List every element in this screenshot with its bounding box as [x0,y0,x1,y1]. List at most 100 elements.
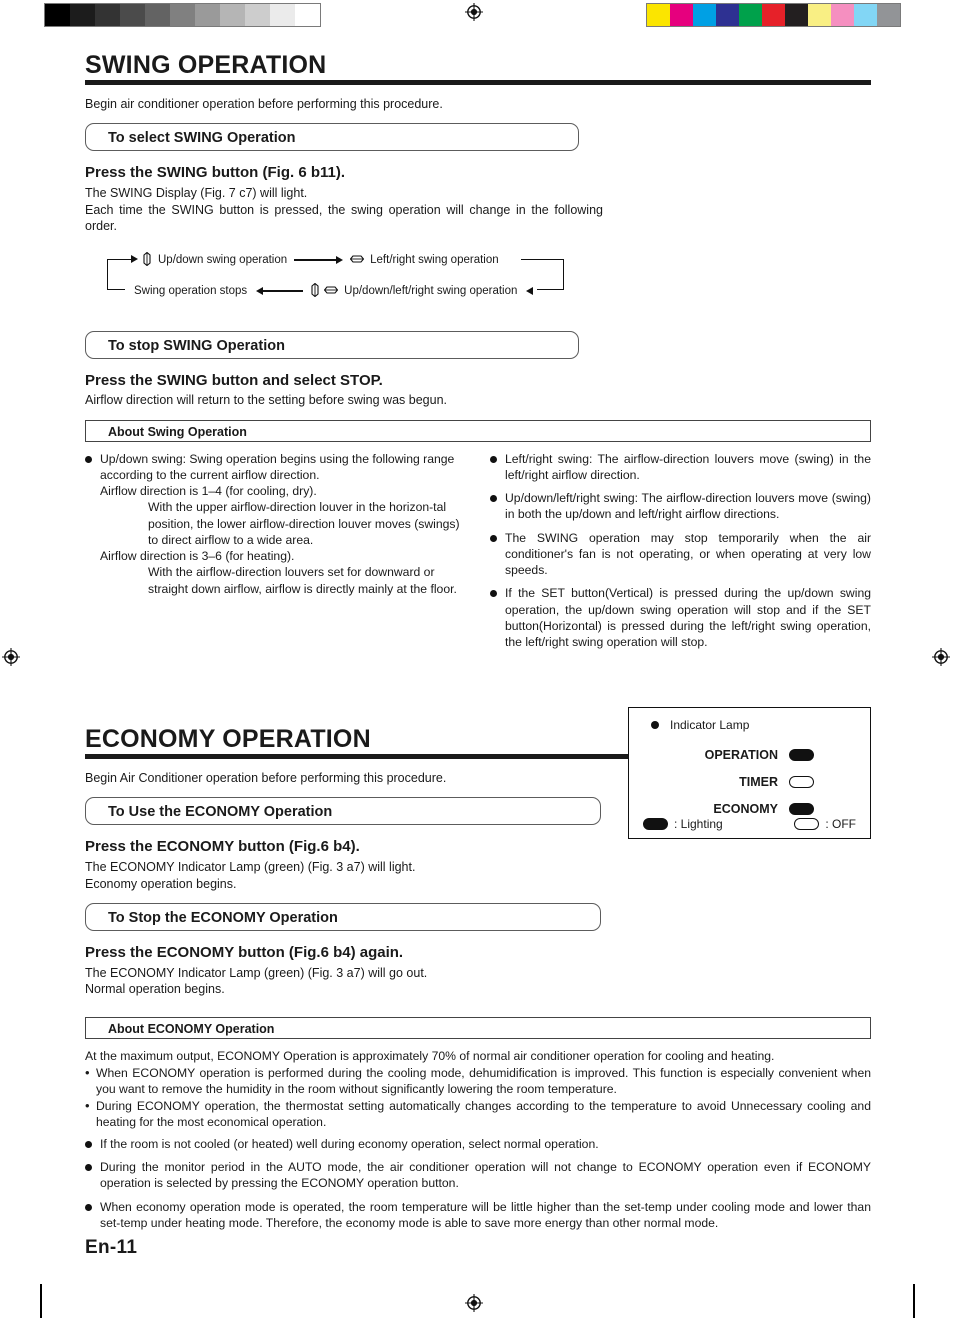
gray-swatch-0 [45,4,70,26]
indicator-lamp-heading: Indicator Lamp [651,718,749,732]
color-swatch-5 [762,4,785,26]
economy-stop-step-heading: Press the ECONOMY button (Fig.6 b4) agai… [85,944,404,962]
color-swatch-3 [716,4,739,26]
gray-swatch-2 [95,4,120,26]
list-item: During the monitor period in the AUTO mo… [85,1159,871,1191]
color-swatch-6 [785,4,808,26]
indicator-lamp-heading-label: Indicator Lamp [670,718,750,732]
list-item: If the SET button(Vertical) is pressed d… [490,585,871,650]
cycle-arrow-into-step1 [131,254,138,263]
cycle-arrow-into-step3 [526,287,534,295]
swing-stop-body: Airflow direction will return to the set… [85,393,447,408]
list-item: If the room is not cooled (or heated) we… [85,1136,871,1152]
list-item: When ECONOMY operation is performed duri… [85,1064,871,1097]
indicator-lamp-label: OPERATION [704,747,778,762]
color-swatch-2 [693,4,716,26]
swing-select-body-line1: The SWING Display (Fig. 7 c7) will light… [85,186,308,200]
indicator-lamp-row: TIMER [629,768,870,795]
color-swatch-7 [808,4,831,26]
cycle-seg-3to4 [263,290,304,292]
list-item: During ECONOMY operation, the thermostat… [85,1097,871,1130]
cycle-left-rail [107,258,109,290]
economy-stop-pill: To Stop the ECONOMY Operation [85,903,601,932]
list-item-lead: Up/down swing: Swing operation begins us… [100,451,455,482]
lamp-cap-on-icon [643,818,668,830]
about-economy-dash-list: When ECONOMY operation is performed duri… [85,1064,871,1130]
crop-mark-bottom-right [913,1284,915,1318]
about-swing-columns: Up/down swing: Swing operation begins us… [85,451,871,657]
swing-select-body-line2: Each time the SWING button is pressed, t… [85,202,603,234]
indicator-lamp-rows: OPERATION TIMER ECONOMY [629,741,870,822]
cycle-left-bot-seg [107,288,125,290]
lamp-cap-off-icon [789,775,814,788]
economy-stop-body-line2: Normal operation begins. [85,982,225,997]
lamp-cap-on-icon [789,748,814,761]
gray-swatch-4 [145,4,170,26]
gray-swatch-5 [170,4,195,26]
lamp-legend-on-label: : Lighting [674,817,723,831]
list-item: The SWING operation may stop temporarily… [490,530,871,579]
indicator-lamp-row: OPERATION [629,741,870,768]
indicator-lamp-legend: : Lighting : OFF [629,817,870,831]
swing-intro-text: Begin air conditioner operation before p… [85,97,443,111]
page-content: SWING OPERATION Begin air conditioner op… [85,52,871,1238]
color-calibration-ramp [646,3,901,27]
grayscale-calibration-ramp [44,3,321,27]
print-calibration-strip [0,0,954,30]
lamp-cap-off-icon [794,818,820,830]
list-item: Left/right swing: The airflow-direction … [490,451,871,483]
list-item: Up/down swing: Swing operation begins us… [85,451,466,597]
about-economy-bar: About ECONOMY Operation [85,1016,871,1039]
about-swing-right-list: Left/right swing: The airflow-direction … [490,451,871,650]
color-swatch-10 [877,4,900,26]
about-swing-left-list: Up/down swing: Swing operation begins us… [85,451,466,597]
about-swing-right-column: Left/right swing: The airflow-direction … [490,451,871,657]
cycle-arrow-3to4 [256,287,264,295]
registration-mark-top [465,3,483,21]
swing-stop-step-heading: Press the SWING button and select STOP. [85,371,383,389]
lamp-legend-off-label: : OFF [825,817,856,831]
about-swing-bar: About Swing Operation [85,419,871,442]
color-swatch-9 [854,4,877,26]
gray-swatch-6 [195,4,220,26]
about-economy-bullet-list: If the room is not cooled (or heated) we… [85,1136,871,1231]
list-item-text: Airflow direction is 3–6 (for heating). [100,549,295,564]
economy-use-body-line1: The ECONOMY Indicator Lamp (green) (Fig.… [85,860,416,875]
gray-swatch-10 [295,4,320,26]
gray-swatch-7 [220,4,245,26]
cycle-seg-1to2 [294,259,337,261]
indicator-lamp-label: ECONOMY [713,801,778,816]
about-swing-left-column: Up/down swing: Swing operation begins us… [85,451,466,657]
cycle-step1-label: Up/down swing operation [158,254,288,266]
cycle-arrow-1to2 [336,256,344,264]
color-swatch-1 [670,4,693,26]
gray-swatch-3 [120,4,145,26]
indicator-lamp-panel: Indicator Lamp OPERATION TIMER ECONOMY : L… [628,707,871,839]
bullet-dot-icon [651,721,659,729]
left-right-swing-icon-combo [323,285,339,298]
swing-title-rule [85,80,871,85]
gray-swatch-9 [270,4,295,26]
color-swatch-4 [739,4,762,26]
cycle-step4-label: Swing operation stops [134,285,248,297]
cycle-right-rail [563,258,565,290]
economy-use-step-heading: Press the ECONOMY button (Fig.6 b4). [85,838,360,856]
economy-use-pill: To Use the ECONOMY Operation [85,797,601,826]
cycle-step2-label: Left/right swing operation [370,254,499,266]
crop-mark-bottom-left [40,1284,42,1318]
lamp-cap-on-icon [789,802,814,815]
color-swatch-0 [647,4,670,26]
swing-select-pill: To select SWING Operation [85,123,579,152]
list-item-subtext: With the upper airflow-direction louver … [148,500,460,547]
economy-stop-body-line1: The ECONOMY Indicator Lamp (green) (Fig.… [85,965,428,980]
gray-swatch-8 [245,4,270,26]
registration-mark-left [2,648,20,666]
up-down-swing-icon [142,251,152,269]
list-item: Up/down/left/right swing: The airflow-di… [490,490,871,522]
registration-mark-right [932,648,950,666]
cycle-step3-label: Up/down/left/right swing operation [344,285,518,297]
up-down-swing-icon-combo [310,282,320,300]
registration-mark-bottom [465,1294,483,1312]
page-number-footer: En-11 [85,1237,138,1258]
list-item-text: Airflow direction is 1–4 (for cooling, d… [100,484,317,499]
